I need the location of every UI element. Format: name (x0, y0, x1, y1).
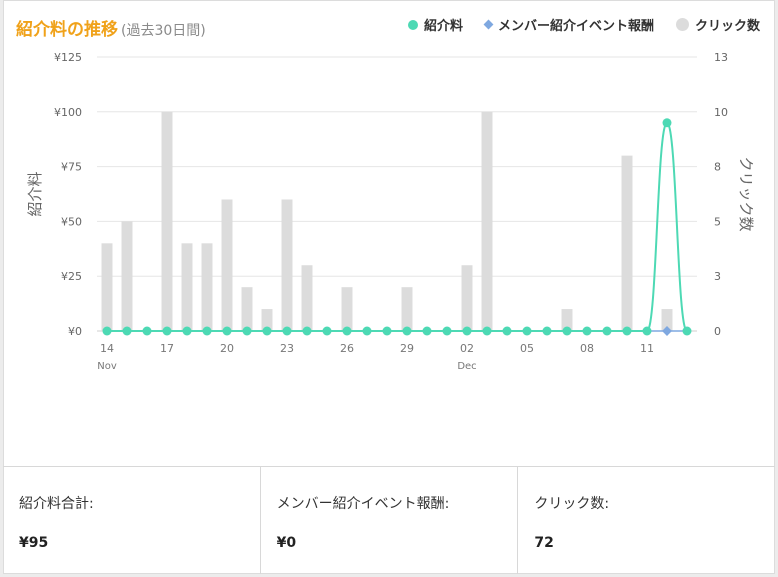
x-tick-label: 23 (280, 342, 294, 355)
bar-clicks (621, 155, 633, 331)
stat-label: メンバー紹介イベント報酬: (276, 496, 450, 512)
x-tick-label: 26 (340, 342, 354, 355)
stat-value: ¥95 (19, 535, 49, 551)
point-fee (582, 326, 592, 336)
point-fee (422, 326, 432, 336)
point-fee (102, 326, 112, 336)
point-fee (662, 118, 672, 128)
y-left-tick-label: ¥75 (61, 161, 82, 174)
stat-member-reward: メンバー紹介イベント報酬: ¥0 (261, 467, 519, 574)
point-fee (342, 326, 352, 336)
x-tick-label: 14 (100, 342, 114, 355)
bar-clicks (341, 287, 353, 331)
point-fee (322, 326, 332, 336)
point-fee (522, 326, 532, 336)
point-fee (382, 326, 392, 336)
point-fee (462, 326, 472, 336)
point-fee (142, 326, 152, 336)
bar-clicks (461, 265, 473, 331)
point-fee (562, 326, 572, 336)
stat-value: ¥0 (276, 535, 297, 551)
x-tick-label: 02 (460, 342, 474, 355)
x-tick-label: 17 (160, 342, 174, 355)
y-right-tick-label: 5 (714, 215, 721, 228)
point-fee (242, 326, 252, 336)
stat-label: 紹介料合計: (19, 496, 94, 512)
point-fee (202, 326, 212, 336)
point-fee (302, 326, 312, 336)
bar-clicks (241, 287, 253, 331)
bar-clicks (481, 111, 493, 331)
stat-label: クリック数: (534, 496, 610, 512)
x-tick-label: 11 (640, 342, 654, 355)
y-right-tick-label: 0 (714, 325, 721, 338)
x-tick-label: 08 (580, 342, 594, 355)
point-fee (222, 326, 232, 336)
bar-clicks (101, 243, 113, 331)
point-fee (642, 326, 652, 336)
bar-clicks (221, 199, 233, 331)
point-fee (402, 326, 412, 336)
y-left-tick-label: ¥50 (61, 215, 82, 228)
y-left-tick-label: ¥125 (54, 51, 82, 64)
point-fee (502, 326, 512, 336)
bar-clicks (281, 199, 293, 331)
x-tick-sublabel: Dec (457, 361, 476, 372)
point-fee (282, 326, 292, 336)
line-fee (107, 121, 688, 332)
y-right-tick-label: 10 (714, 106, 728, 119)
y-left-tick-label: ¥0 (68, 325, 82, 338)
y-left-tick-label: ¥25 (61, 270, 82, 283)
y-right-tick-label: 3 (714, 270, 721, 283)
y-left-axis-title: 紹介料 (26, 171, 44, 216)
point-fee (442, 326, 452, 336)
stat-value: 72 (534, 535, 554, 551)
y-right-tick-label: 13 (714, 51, 728, 64)
y-right-tick-label: 8 (714, 161, 721, 174)
bar-clicks (121, 221, 133, 331)
combo-chart: ¥0 0 ¥25 3 ¥50 5 ¥75 8 ¥100 10 ¥125 13 紹介料 クリック数 14 Nov… (26, 51, 755, 372)
bar-clicks (201, 243, 213, 331)
x-tick-label: 29 (400, 342, 414, 355)
stats-row: 紹介料合計: ¥95 メンバー紹介イベント報酬: ¥0 クリック数: 72 (3, 467, 775, 574)
y-left-tick-label: ¥100 (54, 106, 82, 119)
point-fee (262, 326, 272, 336)
point-fee (602, 326, 612, 336)
bar-clicks (181, 243, 193, 331)
point-fee (122, 326, 132, 336)
point-fee (362, 326, 372, 336)
point-fee (482, 326, 492, 336)
point-fee (182, 326, 192, 336)
x-tick-label: 20 (220, 342, 234, 355)
stat-total-fee: 紹介料合計: ¥95 (3, 467, 261, 574)
bar-clicks (301, 265, 313, 331)
y-right-axis-title: クリック数 (737, 156, 755, 231)
point-fee (542, 326, 552, 336)
bar-clicks (401, 287, 413, 331)
x-tick-sublabel: Nov (97, 361, 117, 372)
point-fee (622, 326, 632, 336)
stat-clicks: クリック数: 72 (518, 467, 775, 574)
bar-clicks (161, 111, 173, 331)
point-fee (682, 326, 692, 336)
point-fee (162, 326, 172, 336)
x-tick-label: 05 (520, 342, 534, 355)
